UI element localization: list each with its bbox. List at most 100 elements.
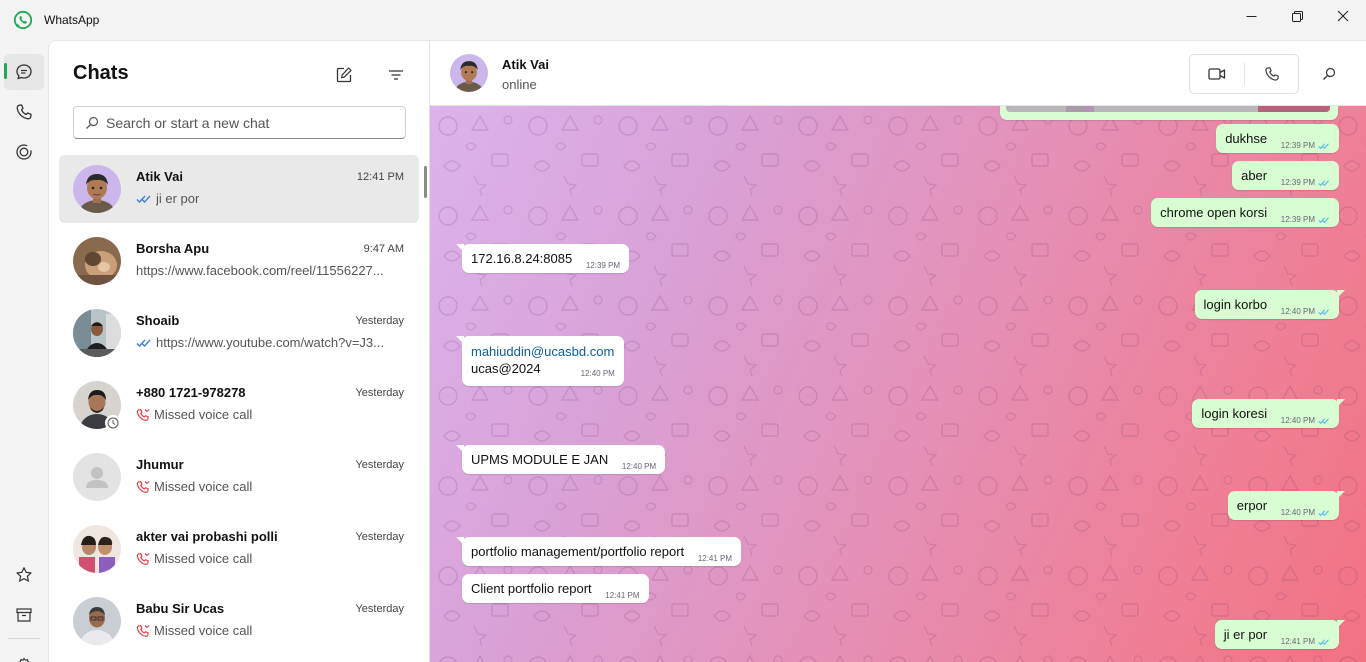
chat-list-panel: Chats Atik Vai 12:41 PM ji er por Borsha…	[48, 40, 430, 662]
chat-preview-text: ji er por	[156, 191, 200, 206]
message-meta: 12:41 PM	[698, 554, 732, 563]
incoming-message[interactable]: mahiuddin@ucasbd.com ucas@2024 12:40 PM	[456, 336, 624, 386]
minimize-button[interactable]	[1228, 0, 1274, 32]
status-badge	[105, 415, 121, 431]
email-link[interactable]: mahiuddin@ucasbd.com	[471, 343, 615, 360]
missed-call-icon	[136, 552, 150, 565]
missed-call-icon	[136, 480, 150, 493]
chat-preview: ji er por	[136, 191, 401, 206]
rail-status-button[interactable]	[4, 134, 44, 170]
chat-item-phone-number[interactable]: +880 1721-978278 Yesterday Missed voice …	[59, 371, 419, 439]
new-chat-button[interactable]	[328, 61, 360, 89]
chat-icon	[16, 64, 32, 80]
contact-avatar[interactable]	[450, 54, 488, 92]
message-text: dukhse	[1225, 131, 1268, 146]
outgoing-message[interactable]: aber 12:39 PM	[1232, 161, 1339, 190]
chat-item-akter-vai[interactable]: akter vai probashi polli Yesterday Misse…	[59, 515, 419, 583]
double-check-icon	[136, 195, 151, 203]
voice-call-icon	[1265, 67, 1279, 81]
message-time: 12:40 PM	[621, 462, 657, 471]
message-text: chrome open korsi	[1160, 205, 1268, 220]
incoming-message[interactable]: 172.16.8.24:8085 12:39 PM	[456, 244, 630, 273]
title-bar: WhatsApp	[0, 0, 1366, 40]
chat-preview: Missed voice call	[136, 623, 401, 638]
missed-call-icon	[136, 624, 150, 637]
close-button[interactable]	[1320, 0, 1366, 32]
phone-icon	[16, 104, 32, 120]
rail-calls-button[interactable]	[4, 94, 44, 130]
bubble-tail	[456, 537, 464, 545]
double-check-icon	[1318, 417, 1329, 424]
new-chat-icon	[336, 67, 352, 83]
restore-button[interactable]	[1274, 0, 1320, 32]
missed-call-icon	[136, 408, 150, 421]
message-time: 12:40 PM	[1280, 508, 1315, 517]
avatar	[73, 525, 121, 573]
message-second-line: ucas@2024 12:40 PM	[471, 360, 615, 379]
chat-item-atik-vai[interactable]: Atik Vai 12:41 PM ji er por	[59, 155, 419, 223]
default-avatar	[73, 453, 121, 501]
rail-chats-button[interactable]	[4, 54, 44, 90]
chat-time: Yesterday	[355, 531, 404, 543]
chat-item-jhumur[interactable]: Jhumur Yesterday Missed voice call	[59, 443, 419, 511]
chat-preview: Missed voice call	[136, 407, 401, 422]
filter-button[interactable]	[380, 61, 412, 89]
message-meta: 12:39 PM	[1281, 178, 1330, 187]
message-meta: 12:39 PM	[586, 261, 620, 270]
chat-item-borsha-apu[interactable]: Borsha Apu 9:47 AM https://www.facebook.…	[59, 227, 419, 295]
chat-preview-text: https://www.facebook.com/reel/11556227..…	[136, 263, 384, 278]
message-text: erpor	[1236, 498, 1268, 513]
search-input[interactable]	[106, 114, 396, 132]
voice-call-button[interactable]	[1245, 55, 1299, 93]
message-text: ucas@2024	[471, 361, 541, 376]
chat-name: +880 1721-978278	[136, 385, 246, 400]
conversation-search-button[interactable]	[1314, 61, 1344, 87]
message-time: 12:40 PM	[580, 369, 615, 378]
outgoing-message[interactable]: login koresi 12:40 PM	[1192, 399, 1345, 428]
outgoing-message[interactable]: dukhse 12:39 PM	[1216, 124, 1339, 153]
rail-settings-button[interactable]	[4, 648, 44, 662]
contact-name[interactable]: Atik Vai	[502, 57, 549, 72]
chat-time: 12:41 PM	[356, 171, 404, 183]
chat-time: Yesterday	[355, 459, 404, 471]
chat-preview-text: Missed voice call	[154, 479, 253, 494]
outgoing-message[interactable]: chrome open korsi 12:39 PM	[1151, 198, 1339, 227]
call-button-group	[1189, 54, 1299, 94]
chat-preview-text: Missed voice call	[154, 623, 253, 638]
video-call-button[interactable]	[1190, 55, 1244, 93]
chat-name: Jhumur	[136, 457, 184, 472]
filter-icon	[389, 70, 403, 80]
chat-item-babu-sir-ucas[interactable]: Babu Sir Ucas Yesterday Missed voice cal…	[59, 587, 419, 655]
double-check-icon	[1318, 179, 1329, 186]
chat-time: Yesterday	[355, 603, 404, 615]
bubble-tail	[1337, 620, 1345, 628]
star-icon	[16, 567, 32, 582]
app-title: WhatsApp	[44, 13, 100, 27]
contact-status: online	[502, 77, 537, 92]
double-check-icon	[1318, 638, 1329, 645]
message-meta: 12:40 PM	[1281, 508, 1330, 517]
rail-archived-button[interactable]	[4, 597, 44, 633]
incoming-message[interactable]: UPMS MODULE E JAN 12:40 PM	[456, 445, 666, 474]
media-thumbnail	[1006, 106, 1330, 112]
chat-preview: Missed voice call	[136, 551, 401, 566]
message-text: portfolio management/portfolio report	[471, 544, 685, 559]
chat-list-scrollbar[interactable]	[424, 166, 427, 198]
media-message-bubble[interactable]	[1000, 106, 1338, 120]
message-time: 12:41 PM	[697, 554, 733, 563]
message-time: 12:41 PM	[605, 591, 640, 600]
rail-starred-button[interactable]	[4, 557, 44, 593]
message-meta: 12:41 PM	[1281, 637, 1330, 646]
avatar	[73, 597, 121, 645]
message-meta: 12:40 PM	[1281, 307, 1330, 316]
message-area[interactable]: dukhse 12:39 PM aber 12:39 PM chrome ope…	[430, 106, 1366, 662]
chat-item-shoaib[interactable]: Shoaib Yesterday https://www.youtube.com…	[59, 299, 419, 367]
chat-name: Atik Vai	[136, 169, 183, 184]
bubble-tail	[456, 336, 464, 344]
message-meta: 12:39 PM	[1281, 141, 1330, 150]
incoming-message[interactable]: Client portfolio report 12:41 PM	[462, 574, 649, 603]
outgoing-message[interactable]: erpor 12:40 PM	[1227, 491, 1345, 520]
outgoing-message[interactable]: ji er por 12:41 PM	[1214, 620, 1345, 649]
incoming-message[interactable]: portfolio management/portfolio report 12…	[456, 537, 742, 566]
outgoing-message[interactable]: login korbo 12:40 PM	[1194, 290, 1345, 319]
